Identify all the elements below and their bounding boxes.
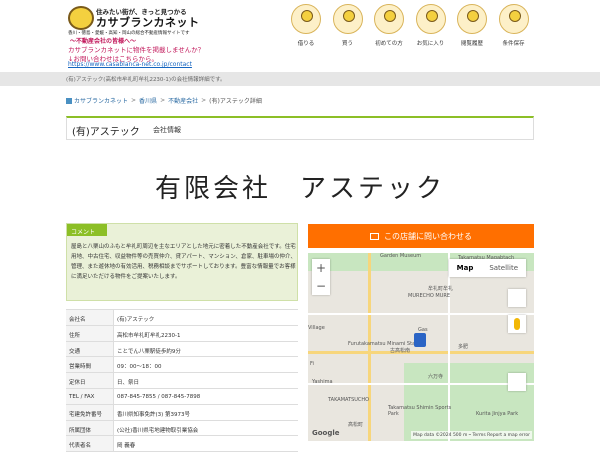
map-highway xyxy=(308,351,534,354)
table-row: TEL / FAX 087-845-7855 / 087-845-7898 xyxy=(66,388,298,405)
history-icon xyxy=(457,4,487,34)
map-label: Village xyxy=(308,325,325,331)
satellite-view-button[interactable]: Satellite xyxy=(481,259,526,277)
table-row: 定休日 日、祭日 xyxy=(66,373,298,389)
company-title-bar: (有)アステック 会社情報 xyxy=(66,116,534,140)
table-row: 会社名 (有)アステック xyxy=(66,310,298,326)
company-info-label: 会社情報 xyxy=(153,126,181,134)
breadcrumb-prefecture[interactable]: 香川県 xyxy=(139,96,157,105)
address-bar-text: (有)アステック(高松市牟礼町牟礼2230-1)の会社情報詳細です。 xyxy=(66,77,226,83)
map-type-toggle: Map Satellite xyxy=(448,259,526,277)
breadcrumb-companies[interactable]: 不動産会社 xyxy=(168,96,198,105)
nav-buy[interactable]: 買う xyxy=(328,4,368,47)
breadcrumb-separator: > xyxy=(131,97,137,104)
map-view-button[interactable]: Map xyxy=(449,259,482,277)
buy-icon xyxy=(332,4,363,34)
contact-store-label: この店舗に問い合わせる xyxy=(384,231,472,241)
comment-tag: コメント xyxy=(67,224,107,236)
map-label: Yashima xyxy=(312,379,333,385)
address-bar: (有)アステック(高松市牟礼町牟礼2230-1)の会社情報詳細です。 xyxy=(0,72,600,86)
map-label: MURECHO MURE xyxy=(408,293,450,299)
site-header: 住みたい街が、きっと見つかる カサブランカネット 香川・徳島・愛媛・高知・岡山の… xyxy=(0,0,600,70)
contact-store-button[interactable]: この店舗に問い合わせる xyxy=(308,224,534,248)
map-label: TAKAMATSUCHO xyxy=(328,397,370,403)
comment-box: コメント 屋島と八栗山のふもと牟礼町周辺を主なエリアとした地元に密着した不動産会… xyxy=(66,223,298,301)
zoom-out-button[interactable]: − xyxy=(312,277,330,295)
breadcrumb: カサブランカネット > 香川県 > 不動産会社 > (有)アステック詳細 xyxy=(66,96,262,105)
map-label: Fi xyxy=(310,361,314,367)
map-label: Kurita Jinjya Park xyxy=(476,411,519,417)
breadcrumb-separator: > xyxy=(201,97,207,104)
logo-title[interactable]: カサブランカネット xyxy=(96,14,200,30)
map-footer[interactable]: Map data ©2024 500 m ⎯ Terms Report a ma… xyxy=(411,431,532,439)
map-label: 古高松南 xyxy=(390,348,411,354)
table-row: 宅建免許番号 香川県知事免許(3) 第3973号 xyxy=(66,404,298,421)
mail-icon xyxy=(370,232,379,240)
map-zoom-control: + − xyxy=(312,259,330,295)
map-label: Takamatsu Shimin Sports Park xyxy=(388,405,452,417)
breadcrumb-current: (有)アステック詳細 xyxy=(209,98,262,105)
map-label: 高松町 xyxy=(348,422,364,428)
table-row: 営業時間 09：00～18：00 xyxy=(66,357,298,374)
company-display-name: 有限会社 アステック xyxy=(154,174,445,204)
street-view-pegman-icon[interactable] xyxy=(508,315,526,333)
breadcrumb-home[interactable]: カサブランカネット xyxy=(74,96,128,105)
nav-rent[interactable]: 借りる xyxy=(286,4,326,47)
map-label: 六万寺 xyxy=(428,374,444,380)
company-info-table: 会社名 (有)アステック 住所 高松市牟礼町牟礼2230-1 交通 ことでん八栗駅徒歩… xyxy=(66,309,298,452)
nav-favorites[interactable]: お気に入り xyxy=(411,4,451,47)
nav-history[interactable]: 閲覧履歴 xyxy=(452,4,492,47)
map-highway xyxy=(368,253,371,441)
table-row: 所属団体 (公社)香川県宅地建物取引業協会 xyxy=(66,420,298,437)
fullscreen-icon[interactable] xyxy=(508,289,526,307)
map[interactable]: Garden Museum Takamatsu Magabtach 牟礼町牟礼 … xyxy=(308,253,534,441)
home-icon xyxy=(66,97,72,104)
company-name: (有)アステック xyxy=(72,127,140,138)
header-nav: 借りる 買う 初めての方 お気に入り 閲覧履歴 条件保存 xyxy=(286,4,535,47)
camera-control-icon[interactable] xyxy=(508,373,526,391)
breadcrumb-separator: > xyxy=(160,97,166,104)
rent-icon xyxy=(291,4,321,34)
comment-text: 屋島と八栗山のふもと牟礼町周辺を主なエリアとした地元に密着した不動産会社です。住… xyxy=(71,244,296,280)
location-pin-icon[interactable] xyxy=(414,333,426,347)
google-logo: Google xyxy=(312,429,340,437)
beginners-icon xyxy=(374,4,404,34)
map-label: 牟礼町牟礼 xyxy=(428,286,454,292)
favorites-icon xyxy=(415,4,446,34)
nav-beginners[interactable]: 初めての方 xyxy=(369,4,409,47)
promo-link[interactable]: https://www.casablanca-net.co.jp/contact xyxy=(68,61,192,68)
map-road xyxy=(308,313,534,315)
map-label: Garden Museum xyxy=(380,253,422,259)
map-road xyxy=(308,383,534,385)
saved-conditions-icon xyxy=(498,4,529,34)
table-row: 交通 ことでん八栗駅徒歩約9分 xyxy=(66,341,298,358)
nav-saved-conditions[interactable]: 条件保存 xyxy=(494,4,534,47)
snail-logo-icon[interactable] xyxy=(68,6,94,30)
table-row: 住所 高松市牟礼町牟礼2230-1 xyxy=(66,325,298,342)
zoom-in-button[interactable]: + xyxy=(312,259,330,277)
map-label: 多肥 xyxy=(458,344,469,350)
